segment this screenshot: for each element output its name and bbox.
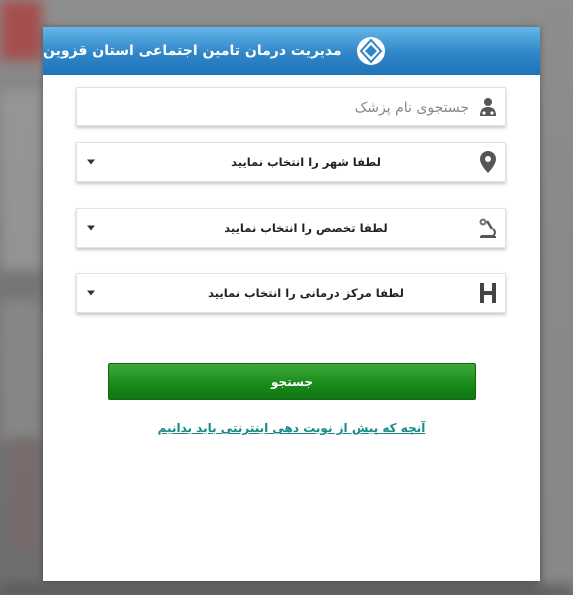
medical-center-select-label: لطفا مرکز درمانی را انتخاب نمایید: [208, 286, 404, 300]
doctor-search-dialog: مدیریت درمان تامین اجتماعی استان قزوین ل…: [43, 27, 540, 581]
internet-booking-info-link[interactable]: آنچه که پیش از نوبت دهی اینترنتی باید بد…: [43, 421, 540, 435]
chevron-down-icon[interactable]: [87, 290, 95, 296]
chevron-down-icon[interactable]: [87, 159, 95, 165]
chevron-down-icon[interactable]: [87, 225, 95, 231]
doctor-search-field[interactable]: [76, 87, 506, 127]
doctor-icon: [477, 96, 499, 118]
specialty-select[interactable]: لطفا تخصص را انتخاب نمایید: [76, 208, 506, 248]
city-select-label: لطفا شهر را انتخاب نمایید: [231, 155, 381, 169]
social-security-logo-icon: [356, 36, 386, 66]
medical-center-select[interactable]: لطفا مرکز درمانی را انتخاب نمایید: [76, 273, 506, 313]
search-button[interactable]: جستجو: [108, 363, 476, 400]
dialog-header: مدیریت درمان تامین اجتماعی استان قزوین: [43, 27, 540, 75]
doctor-name-input[interactable]: [107, 88, 471, 127]
specialty-select-label: لطفا تخصص را انتخاب نمایید: [224, 221, 388, 235]
city-select[interactable]: لطفا شهر را انتخاب نمایید: [76, 142, 506, 182]
dialog-title: مدیریت درمان تامین اجتماعی استان قزوین: [43, 43, 342, 59]
